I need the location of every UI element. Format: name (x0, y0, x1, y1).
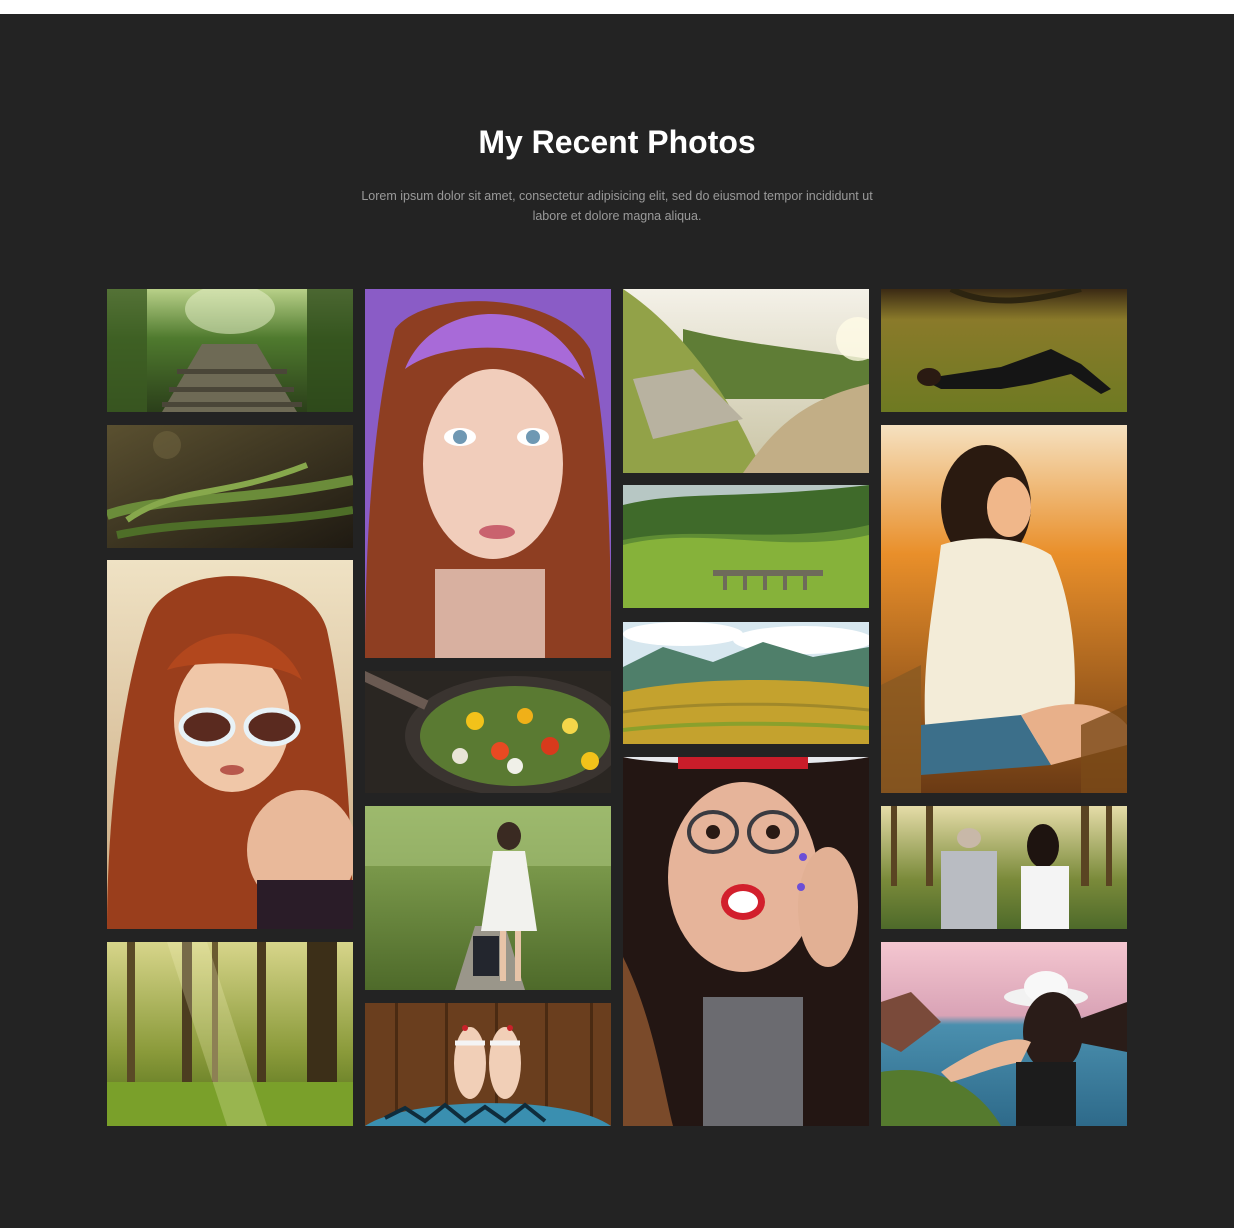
photo-pine-branch[interactable] (107, 425, 353, 548)
photo-woman-hat-coast[interactable] (881, 942, 1127, 1126)
photo-sunlit-forest[interactable] (107, 942, 353, 1126)
gallery-column-1 (107, 289, 353, 1126)
section-header: My Recent Photos Lorem ipsum dolor sit a… (0, 122, 1234, 226)
photo-green-valley-viaduct[interactable] (623, 485, 869, 608)
photo-woman-lying-grass[interactable] (881, 289, 1127, 412)
photo-terraced-mountains[interactable] (623, 622, 869, 744)
photo-woman-walking-suitcase[interactable] (365, 806, 611, 990)
gallery-column-3 (623, 289, 869, 1126)
photo-feet-sandals[interactable] (365, 1003, 611, 1126)
photo-woman-glasses-surprised[interactable] (623, 757, 869, 1126)
photo-forest-stone-path[interactable] (107, 289, 353, 412)
photo-redhead-sunglasses[interactable] (107, 560, 353, 929)
section-subtitle: Lorem ipsum dolor sit amet, consectetur … (361, 189, 873, 223)
gallery-column-2 (365, 289, 611, 1126)
photo-hillside-road[interactable] (623, 289, 869, 473)
section-title: My Recent Photos (478, 124, 756, 160)
photo-couple-in-forest[interactable] (881, 806, 1127, 929)
photo-purple-scarf-portrait[interactable] (365, 289, 611, 658)
photo-gallery (107, 289, 1127, 1126)
photo-vegetable-skillet[interactable] (365, 671, 611, 793)
gallery-column-4 (881, 289, 1127, 1126)
photo-woman-sunset-field[interactable] (881, 425, 1127, 793)
